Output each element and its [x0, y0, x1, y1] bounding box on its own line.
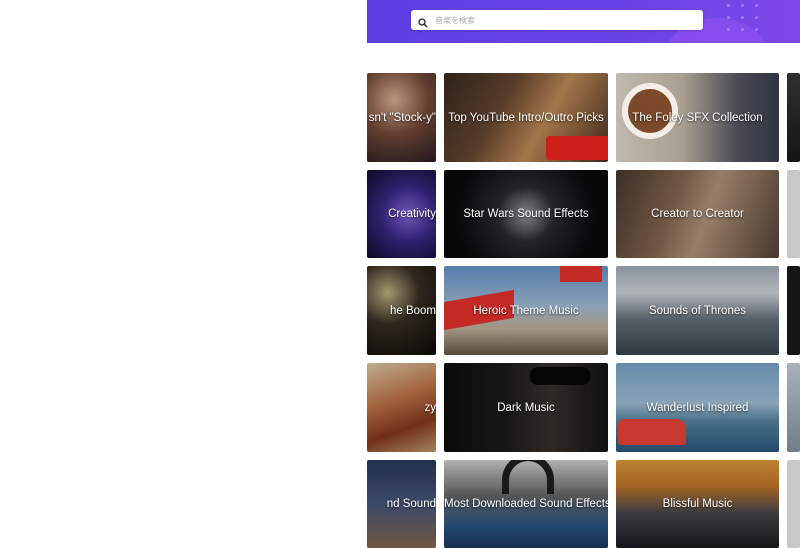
- tile-label: Dark Music: [497, 401, 555, 414]
- tile-label: nd Sound: [386, 498, 436, 510]
- flag-decoration: [560, 266, 602, 282]
- playlist-tile[interactable]: Sounds of Thrones: [616, 266, 779, 355]
- playlist-tile[interactable]: nd Sound: [367, 460, 436, 548]
- playlist-tile[interactable]: Star Wars Sound Effects: [444, 170, 608, 258]
- tile-label: Creator to Creator: [651, 208, 744, 220]
- playlist-tile[interactable]: [787, 363, 800, 452]
- youtube-logo-decoration: [546, 136, 608, 160]
- playlist-tile[interactable]: [787, 266, 800, 355]
- tile-label: Blissful Music: [662, 498, 733, 510]
- playlist-tile[interactable]: he Boom: [367, 266, 436, 355]
- tile-label: Wanderlust Inspired: [646, 401, 749, 414]
- playlist-tile[interactable]: Most Downloaded Sound Effects: [444, 460, 608, 548]
- playlist-tile[interactable]: [787, 170, 800, 258]
- playlist-tile[interactable]: Creativity: [367, 170, 436, 258]
- playlist-tile[interactable]: Top YouTube Intro/Outro Picks: [444, 73, 608, 162]
- tile-label: The Foley SFX Collection: [632, 111, 763, 124]
- tile-label: Heroic Theme Music: [473, 304, 579, 317]
- tile-label: Star Wars Sound Effects: [463, 208, 589, 220]
- tile-label: Top YouTube Intro/Outro Picks: [448, 111, 604, 124]
- tile-label: Sounds of Thrones: [649, 304, 746, 317]
- playlist-tile[interactable]: Creator to Creator: [616, 170, 779, 258]
- playlist-tile[interactable]: Heroic Theme Music: [444, 266, 608, 355]
- playlist-tile[interactable]: The Foley SFX Collection: [616, 73, 779, 162]
- tile-label: Creativity: [388, 208, 436, 220]
- tile-label: Most Downloaded Sound Effects: [444, 498, 608, 510]
- playlist-tile[interactable]: sn't "Stock-y": [367, 73, 436, 162]
- playlist-tile[interactable]: Wanderlust Inspired: [616, 363, 779, 452]
- playlist-tile[interactable]: [787, 73, 800, 162]
- playlist-tile[interactable]: Blissful Music: [616, 460, 779, 548]
- tile-label: sn't "Stock-y": [368, 111, 436, 124]
- playlist-tile[interactable]: zy: [367, 363, 436, 452]
- sunglasses-decoration: [530, 367, 590, 385]
- red-van-decoration: [618, 419, 686, 445]
- playlist-tile[interactable]: [787, 460, 800, 548]
- tile-label: he Boom: [389, 304, 436, 317]
- headphones-decoration: [502, 460, 554, 494]
- playlist-grid: sn't "Stock-y" Top YouTube Intro/Outro P…: [0, 0, 800, 548]
- tile-label: zy: [424, 401, 437, 414]
- playlist-tile[interactable]: Dark Music: [444, 363, 608, 452]
